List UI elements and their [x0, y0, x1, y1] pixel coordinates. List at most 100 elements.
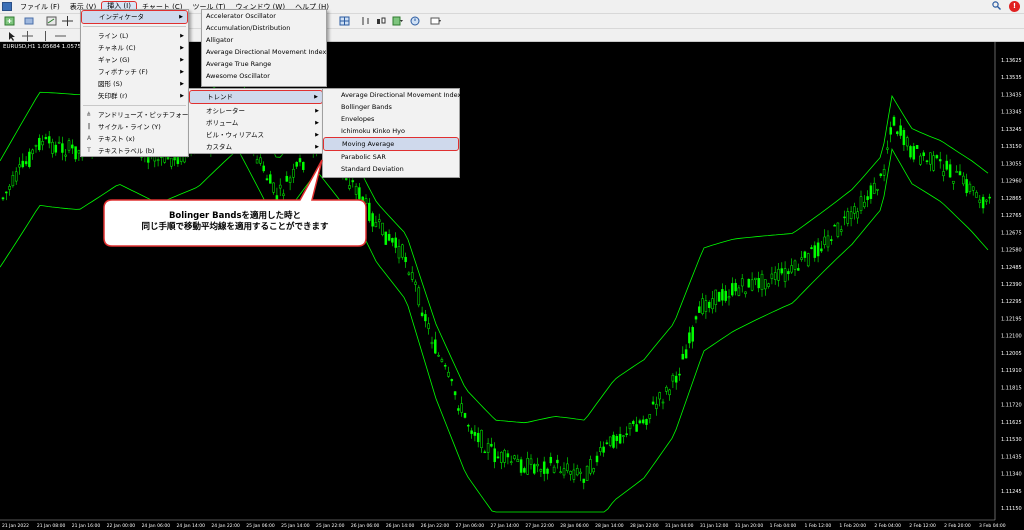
candle-body [892, 116, 896, 126]
category-volumes[interactable]: ボリューム ▶ [189, 117, 323, 129]
candle-body [18, 164, 21, 168]
menu-file[interactable]: ファイル (F) [15, 1, 65, 13]
candle-body [727, 296, 731, 299]
cursor-icon[interactable] [6, 31, 17, 41]
candle-body [592, 468, 595, 473]
indicator-awesome-oscillator[interactable]: Awesome Oscillator [202, 70, 326, 82]
vertical-line-icon[interactable] [40, 31, 51, 41]
search-icon[interactable] [992, 1, 1001, 12]
price-label: 1.13055 [1001, 161, 1022, 167]
candle-body [500, 451, 503, 463]
candle-body [255, 159, 259, 164]
time-label: 27 Jan 06:00 [456, 523, 485, 529]
candle-body [754, 277, 757, 280]
menu-item-indicators[interactable]: インディケータ ▶ [81, 10, 188, 24]
candle-body [595, 455, 599, 463]
indicator-accelerator-oscillator[interactable]: Accelerator Oscillator [202, 10, 326, 22]
candle-body [450, 379, 454, 382]
candle-body [559, 471, 562, 474]
candle-body [282, 193, 285, 196]
indicator-atr[interactable]: Average True Range [202, 58, 326, 70]
trend-ichimoku[interactable]: Ichimoku Kinko Hyo [323, 125, 459, 137]
price-label: 1.12295 [1001, 299, 1022, 305]
category-trend[interactable]: トレンド ▶ [189, 90, 323, 104]
candle-body [407, 272, 411, 275]
menu-item-gann[interactable]: ギャン (G) ▶ [81, 54, 188, 66]
periods-icon[interactable] [410, 16, 421, 26]
candle-body [288, 177, 292, 183]
candle-body [430, 341, 434, 345]
menu-item-text-label[interactable]: T テキストラベル (b) [81, 145, 188, 157]
time-label: 26 Jan 22:00 [421, 523, 450, 529]
indicator-alligator[interactable]: Alligator [202, 34, 326, 46]
candle-body [721, 289, 724, 301]
price-label: 1.12765 [1001, 213, 1022, 219]
bar-chart-icon[interactable] [360, 16, 371, 26]
menu-item-lines[interactable]: ライン (L) ▶ [81, 30, 188, 42]
candle-body [912, 146, 916, 160]
menu-item-channels[interactable]: チャネル (C) ▶ [81, 42, 188, 54]
candle-body [424, 314, 427, 322]
candle-body [628, 423, 632, 430]
candle-body [971, 186, 975, 191]
category-oscillators[interactable]: オシレーター ▶ [189, 105, 323, 117]
indicators-list-icon[interactable] [392, 16, 403, 26]
trend-envelopes[interactable]: Envelopes [323, 113, 459, 125]
candle-body [170, 157, 173, 167]
callout-text: Bolinger Bandsを適用した時と 同じ手順で移動平均線を適用することが… [104, 211, 366, 233]
indicator-adx[interactable]: Average Directional Movement Index [202, 46, 326, 58]
tile-windows-icon[interactable] [339, 16, 350, 26]
new-chart-icon[interactable] [4, 16, 15, 26]
indicator-accumulation-distribution[interactable]: Accumulation/Distribution [202, 22, 326, 34]
candle-body [645, 419, 648, 425]
candle-body [467, 424, 470, 427]
candle-body [41, 141, 44, 146]
candle-body [61, 143, 64, 153]
menu-item-shapes[interactable]: 図形 (S) ▶ [81, 78, 188, 90]
trend-bollinger-bands[interactable]: Bollinger Bands [323, 101, 459, 113]
menu-item-andrews-pitchfork[interactable]: ⋔ アンドリューズ・ピッチフォーク (A) [81, 109, 206, 121]
alert-badge-icon[interactable]: ! [1009, 1, 1020, 12]
candle-body [374, 222, 378, 227]
trend-moving-average[interactable]: Moving Average [323, 137, 459, 151]
candle-body [71, 144, 74, 149]
candle-body [777, 268, 780, 281]
menu-item-text[interactable]: A テキスト (x) [81, 133, 188, 145]
price-label: 1.11530 [1001, 437, 1022, 443]
menu-item-arrows[interactable]: 矢印群 (r) ▶ [81, 90, 188, 102]
candle-body [764, 279, 767, 290]
price-label: 1.12485 [1001, 265, 1022, 271]
candle-body [542, 461, 546, 474]
category-custom[interactable]: カスタム ▶ [189, 141, 323, 153]
trend-parabolic-sar[interactable]: Parabolic SAR [323, 151, 459, 163]
candle-body [602, 446, 605, 453]
candle-body [632, 421, 635, 424]
candle-chart-icon[interactable] [375, 16, 386, 26]
candle-body [948, 164, 952, 178]
candle-body [364, 198, 368, 204]
candle-body [259, 157, 262, 164]
horizontal-line-icon[interactable] [55, 31, 66, 41]
menu-item-fibonacci[interactable]: フィボナッチ (F) ▶ [81, 66, 188, 78]
trend-adx[interactable]: Average Directional Movement Index [323, 89, 461, 101]
candle-body [958, 171, 962, 176]
profiles-icon[interactable] [24, 16, 35, 26]
candle-body [605, 442, 609, 444]
candle-body [925, 160, 929, 162]
trend-standard-deviation[interactable]: Standard Deviation [323, 163, 459, 175]
candle-body [899, 125, 902, 136]
market-watch-icon[interactable] [46, 16, 57, 26]
crosshair-icon[interactable] [62, 16, 73, 26]
candle-body [704, 300, 708, 312]
candle-body [420, 312, 424, 316]
category-bill-williams[interactable]: ビル・ウィリアムス ▶ [189, 129, 323, 141]
templates-icon[interactable] [430, 16, 441, 26]
candle-body [902, 130, 906, 146]
candle-body [905, 137, 909, 147]
time-label: 27 Jan 22:00 [525, 523, 554, 529]
candle-body [358, 187, 361, 200]
candle-body [889, 127, 892, 135]
menu-item-cycle-lines[interactable]: ‖ サイクル・ライン (Y) [81, 121, 188, 133]
crosshair-tool-icon[interactable] [22, 31, 33, 41]
candle-body [391, 238, 394, 243]
